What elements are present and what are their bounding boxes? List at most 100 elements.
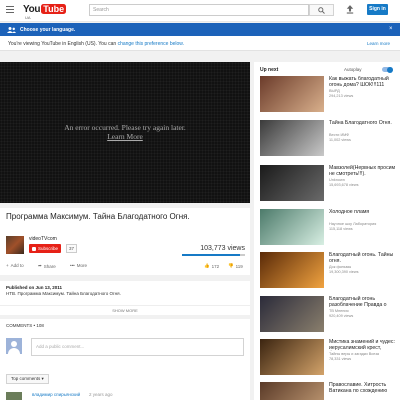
show-more-button[interactable]: SHOW MORE: [0, 305, 250, 313]
related-video-views: 920,409 views: [329, 314, 354, 318]
language-message: You're viewing YouTube in English (US). …: [8, 41, 184, 47]
channel-name-link[interactable]: videoTVcom: [29, 236, 57, 242]
video-thumbnail[interactable]: [260, 120, 324, 156]
related-video-title[interactable]: Православие. Хитрость Ватикана по схожде…: [329, 382, 399, 394]
related-video-item[interactable]: Благодатный огонь разоблачение Правда о …: [260, 296, 398, 332]
related-video-title[interactable]: Как выжать благодатный огонь дома? ШОК!!…: [329, 76, 399, 88]
more-button[interactable]: ••• More: [70, 263, 87, 268]
channel-avatar[interactable]: [6, 236, 24, 254]
chevron-down-icon: ▾: [41, 376, 44, 381]
change-preference-link[interactable]: change this preference below.: [118, 41, 184, 47]
country-code: UA: [25, 15, 31, 20]
learn-more-link[interactable]: Learn more: [367, 41, 390, 46]
search-icon: [318, 6, 325, 14]
video-player[interactable]: An error occurred. Please try again late…: [0, 62, 250, 203]
autoplay-toggle[interactable]: [382, 66, 393, 73]
logo-tube-text: Tube: [41, 4, 67, 14]
error-learn-more-link[interactable]: Learn More: [0, 132, 250, 141]
related-video-channel: ВЫРД: [329, 89, 340, 93]
more-label: More: [76, 263, 87, 268]
related-video-item[interactable]: Холодное пламя Научное шоу Лаборатория 115…: [260, 209, 398, 245]
video-thumbnail[interactable]: [260, 382, 324, 400]
comment-time: 2 years ago: [89, 392, 113, 397]
video-thumbnail[interactable]: [260, 296, 324, 332]
related-video-title[interactable]: Мистика знамений и чудес: иерусалимский …: [329, 339, 399, 351]
close-icon[interactable]: ×: [389, 26, 393, 32]
guide-menu-icon[interactable]: [6, 6, 14, 14]
video-thumbnail[interactable]: [260, 339, 324, 375]
up-next-label: Up next: [260, 67, 279, 73]
user-avatar: [6, 338, 22, 354]
related-video-title[interactable]: Благодатный огонь. Тайны огня.: [329, 252, 399, 264]
related-video-views: 11,002 views: [329, 138, 351, 142]
related-video-views: 115,118 views: [329, 227, 353, 231]
like-ratio-fill: [182, 254, 240, 256]
view-count: 103,773 views: [200, 245, 245, 252]
related-video-title[interactable]: Мавзолей(Нервных просим не смотреть!!!).: [329, 165, 399, 177]
video-thumbnail[interactable]: [260, 252, 324, 288]
related-video-item[interactable]: Мавзолей(Нервных просим не смотреть!!!).…: [260, 165, 398, 201]
youtube-logo[interactable]: You Tube: [23, 3, 67, 15]
subscriber-count: 37: [66, 244, 78, 253]
related-video-item[interactable]: Благодатный огонь. Тайны огня. Док фильмы…: [260, 252, 398, 288]
commenter-avatar[interactable]: [6, 392, 22, 400]
thumbs-down-icon: 👎: [228, 263, 234, 268]
search-input[interactable]: Search: [89, 4, 309, 16]
related-video-views: 78,331 views: [329, 357, 352, 361]
search-button[interactable]: [309, 4, 334, 16]
related-video-channel: ТВ Мнения: [329, 309, 349, 313]
description-card: Published on Jun 13, 2011 НТВ. Программа…: [0, 281, 250, 315]
related-video-item[interactable]: Тайна Благодатного Огня. Вести ИМФ 11,002 …: [260, 120, 398, 156]
sort-label: Top comments: [11, 376, 41, 381]
masthead: You Tube UA Search Sign in: [0, 0, 400, 22]
publish-date: Published on Jun 13, 2011: [6, 285, 63, 290]
commenter-name[interactable]: владимир спирьянский: [32, 392, 80, 397]
comments-section: COMMENTS • 108 Add a public comment... T…: [0, 319, 250, 400]
language-banner-header: Choose your language. ×: [0, 23, 400, 36]
subscribe-button[interactable]: Subscribe: [29, 244, 62, 253]
share-icon: ➦: [38, 263, 42, 268]
like-ratio-bar: [182, 254, 245, 256]
thumbs-up-icon: 👍: [204, 263, 210, 268]
related-video-title[interactable]: Благодатный огонь разоблачение Правда о …: [329, 296, 399, 308]
video-thumbnail[interactable]: [260, 76, 324, 112]
related-video-views: 19,300,390 views: [329, 270, 359, 274]
video-thumbnail[interactable]: [260, 165, 324, 201]
related-video-item[interactable]: Мистика знамений и чудес: иерусалимский …: [260, 339, 398, 375]
related-video-title[interactable]: Холодное пламя: [329, 209, 399, 215]
related-video-views: 15,693,678 views: [329, 183, 359, 187]
related-video-channel: Док фильмы: [329, 265, 352, 269]
description-text: НТВ. Программа Максимум. Тайна Благодатн…: [6, 291, 121, 296]
video-title: Программа Максимум. Тайна Благодатного О…: [6, 212, 190, 221]
dislike-button[interactable]: 👎 119: [228, 263, 243, 269]
related-video-channel: Вести ИМФ: [329, 133, 350, 137]
related-video-channel: Научное шоу Лаборатория: [329, 222, 377, 226]
language-message-text: You're viewing YouTube in English (US). …: [8, 41, 118, 47]
like-button[interactable]: 👍 172: [204, 263, 219, 269]
logo-you-text: You: [23, 3, 41, 15]
like-count: 172: [211, 263, 220, 269]
add-to-label: Add to: [10, 263, 24, 268]
comment-sort-dropdown[interactable]: Top comments ▾: [6, 374, 49, 384]
watch-sidebar: Up next Autoplay Как выжать благодатный …: [254, 62, 400, 400]
related-video-item[interactable]: Как выжать благодатный огонь дома? ШОК!!…: [260, 76, 398, 112]
upload-icon[interactable]: [346, 5, 354, 14]
related-video-channel: Unknown: [329, 178, 345, 182]
autoplay-label: Autoplay: [344, 67, 362, 72]
more-icon: •••: [70, 263, 75, 268]
share-button[interactable]: ➦ Share: [38, 263, 56, 269]
related-video-channel: Тайны веры и загадки Всеза: [329, 352, 380, 356]
language-banner-body: You're viewing YouTube in English (US). …: [0, 36, 400, 51]
add-to-button[interactable]: + Add to: [6, 263, 24, 268]
language-banner-title: Choose your language.: [20, 27, 76, 33]
error-text: An error occurred. Please try again late…: [64, 123, 186, 132]
related-video-item[interactable]: Православие. Хитрость Ватикана по схожде…: [260, 382, 398, 400]
sign-in-button[interactable]: Sign in: [367, 4, 388, 15]
related-video-views: 294,213 views: [329, 94, 354, 98]
plus-icon: +: [6, 263, 9, 268]
people-icon: [7, 27, 16, 33]
related-video-title[interactable]: Тайна Благодатного Огня.: [329, 120, 399, 126]
player-error-message: An error occurred. Please try again late…: [0, 123, 250, 141]
video-thumbnail[interactable]: [260, 209, 324, 245]
comment-input[interactable]: Add a public comment...: [31, 338, 244, 356]
